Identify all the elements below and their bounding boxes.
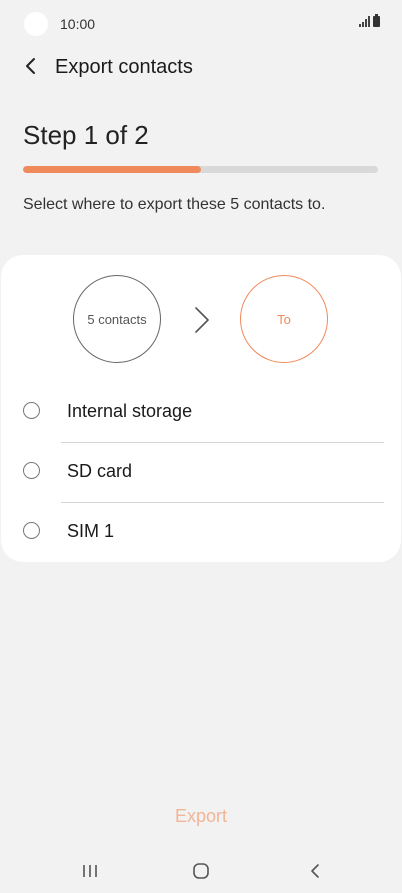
home-icon bbox=[193, 863, 209, 879]
signal-icon bbox=[359, 15, 370, 27]
chevron-left-icon bbox=[26, 58, 35, 74]
radio-button[interactable] bbox=[23, 462, 40, 479]
recent-apps-button[interactable] bbox=[75, 860, 105, 882]
nav-back-button[interactable] bbox=[300, 860, 330, 882]
system-icons bbox=[359, 14, 380, 27]
status-time: 10:00 bbox=[60, 16, 96, 32]
option-internal-storage[interactable]: Internal storage bbox=[1, 383, 401, 443]
export-destination-card: 5 contacts To Internal storage SD card S… bbox=[1, 255, 401, 562]
battery-icon bbox=[373, 14, 380, 27]
option-label: Internal storage bbox=[67, 401, 193, 421]
radio-button[interactable] bbox=[23, 522, 40, 539]
recent-apps-icon bbox=[83, 865, 97, 877]
export-flow: 5 contacts To bbox=[1, 255, 401, 385]
back-icon bbox=[311, 864, 319, 878]
step-title: Step 1 of 2 bbox=[23, 120, 149, 150]
instruction-text: Select where to export these 5 contacts … bbox=[23, 196, 326, 213]
option-label: SD card bbox=[67, 461, 133, 481]
navigation-bar bbox=[0, 850, 402, 893]
step-progress-bar bbox=[23, 166, 378, 173]
camera-cutout bbox=[24, 12, 48, 36]
source-label: 5 contacts bbox=[87, 311, 147, 327]
source-circle: 5 contacts bbox=[73, 275, 161, 363]
app-bar: Export contacts bbox=[0, 48, 402, 88]
status-bar: 10:00 bbox=[0, 0, 402, 48]
export-button[interactable]: Export bbox=[0, 806, 402, 827]
chevron-right-icon bbox=[195, 307, 209, 333]
option-sim-1[interactable]: SIM 1 bbox=[1, 503, 401, 563]
option-sd-card[interactable]: SD card bbox=[1, 443, 401, 503]
step-progress-fill bbox=[23, 166, 201, 173]
home-button[interactable] bbox=[186, 860, 216, 882]
option-label: SIM 1 bbox=[67, 521, 115, 541]
radio-button[interactable] bbox=[23, 402, 40, 419]
destination-circle: To bbox=[240, 275, 328, 363]
destination-label: To bbox=[277, 311, 291, 327]
back-button[interactable] bbox=[18, 52, 46, 80]
page-title: Export contacts bbox=[55, 56, 193, 78]
